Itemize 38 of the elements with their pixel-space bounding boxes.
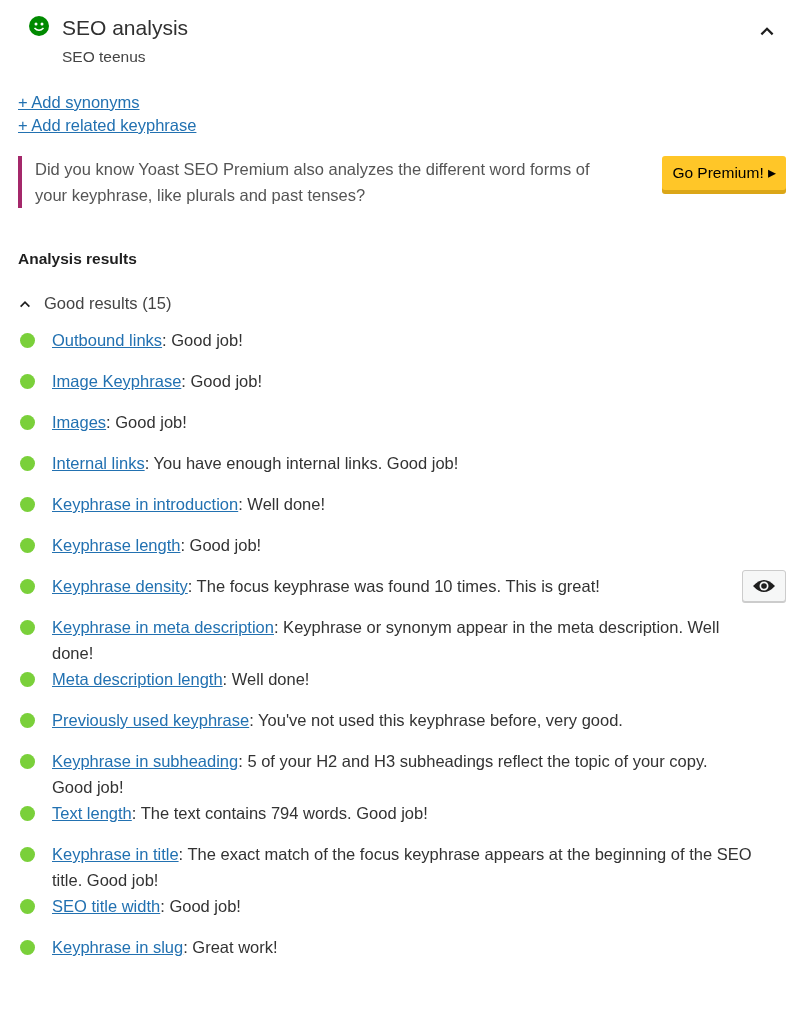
result-message: Keyphrase in title: The exact match of the focus keyphrase appears at the beginning of the SEO title. Good job! (52, 844, 752, 891)
result-link[interactable]: SEO title width (52, 897, 161, 915)
result-link[interactable]: Image Keyphrase (52, 372, 182, 390)
result-link[interactable]: Keyphrase in meta description (52, 618, 274, 636)
result-message: Meta description length: Well done! (52, 669, 311, 690)
section-heading: Analysis results (18, 250, 138, 268)
result-message: Image Keyphrase: Good job! (52, 371, 264, 392)
result-link[interactable]: Keyphrase in slug (52, 938, 184, 956)
result-link[interactable]: Keyphrase in title (52, 845, 179, 863)
premium-notice: Did you know Yoast SEO Premium also analyzes the different word forms of your keyphrase, like plurals and past tenses? (18, 156, 645, 208)
result-link[interactable]: Meta description length (52, 670, 223, 688)
result-message: Keyphrase in introduction: Well done! (52, 494, 327, 515)
result-message: SEO title width: Good job! (52, 896, 242, 917)
add-link[interactable]: + Add related keyphrase (18, 115, 197, 136)
result-link[interactable]: Keyphrase density (52, 577, 188, 595)
results-group-toggle[interactable]: Good results (15) (18, 294, 172, 313)
result-message: Keyphrase in subheading: 5 of your H2 and H3 subheadings reflect the topic of your copy. Good job! (52, 751, 709, 798)
smiley-face-icon (28, 15, 50, 37)
panel-title: SEO analysis (62, 16, 190, 40)
result-link[interactable]: Internal links (52, 454, 145, 472)
result-message: Outbound links: Good job! (52, 330, 244, 351)
result-message: Images: Good job! (52, 412, 188, 433)
result-link[interactable]: Keyphrase length (52, 536, 181, 554)
result-message: Keyphrase in meta description: Keyphrase or synonym appear in the meta description. Well done! (52, 617, 721, 664)
result-link[interactable]: Text length (52, 804, 132, 822)
result-message: Internal links: You have enough internal links. Good job! (52, 453, 460, 474)
result-link[interactable]: Keyphrase in introduction (52, 495, 239, 513)
result-message: Keyphrase density: The focus keyphrase was found 10 times. This is great! (52, 576, 601, 597)
highlight-button[interactable] (742, 570, 786, 602)
result-message: Previously used keyphrase: You've not used this keyphrase before, very good. (52, 710, 624, 731)
result-message: Keyphrase length: Good job! (52, 535, 263, 556)
result-message: Keyphrase in slug: Great work! (52, 937, 279, 958)
result-message: Text length: The text contains 794 words. Good job! (52, 803, 429, 824)
add-link[interactable]: + Add synonyms (18, 92, 140, 113)
keyphrase-subtitle: SEO teenus (62, 48, 147, 66)
result-link[interactable]: Keyphrase in subheading (52, 752, 239, 770)
eye-icon (752, 578, 776, 594)
result-link[interactable]: Previously used keyphrase (52, 711, 250, 729)
